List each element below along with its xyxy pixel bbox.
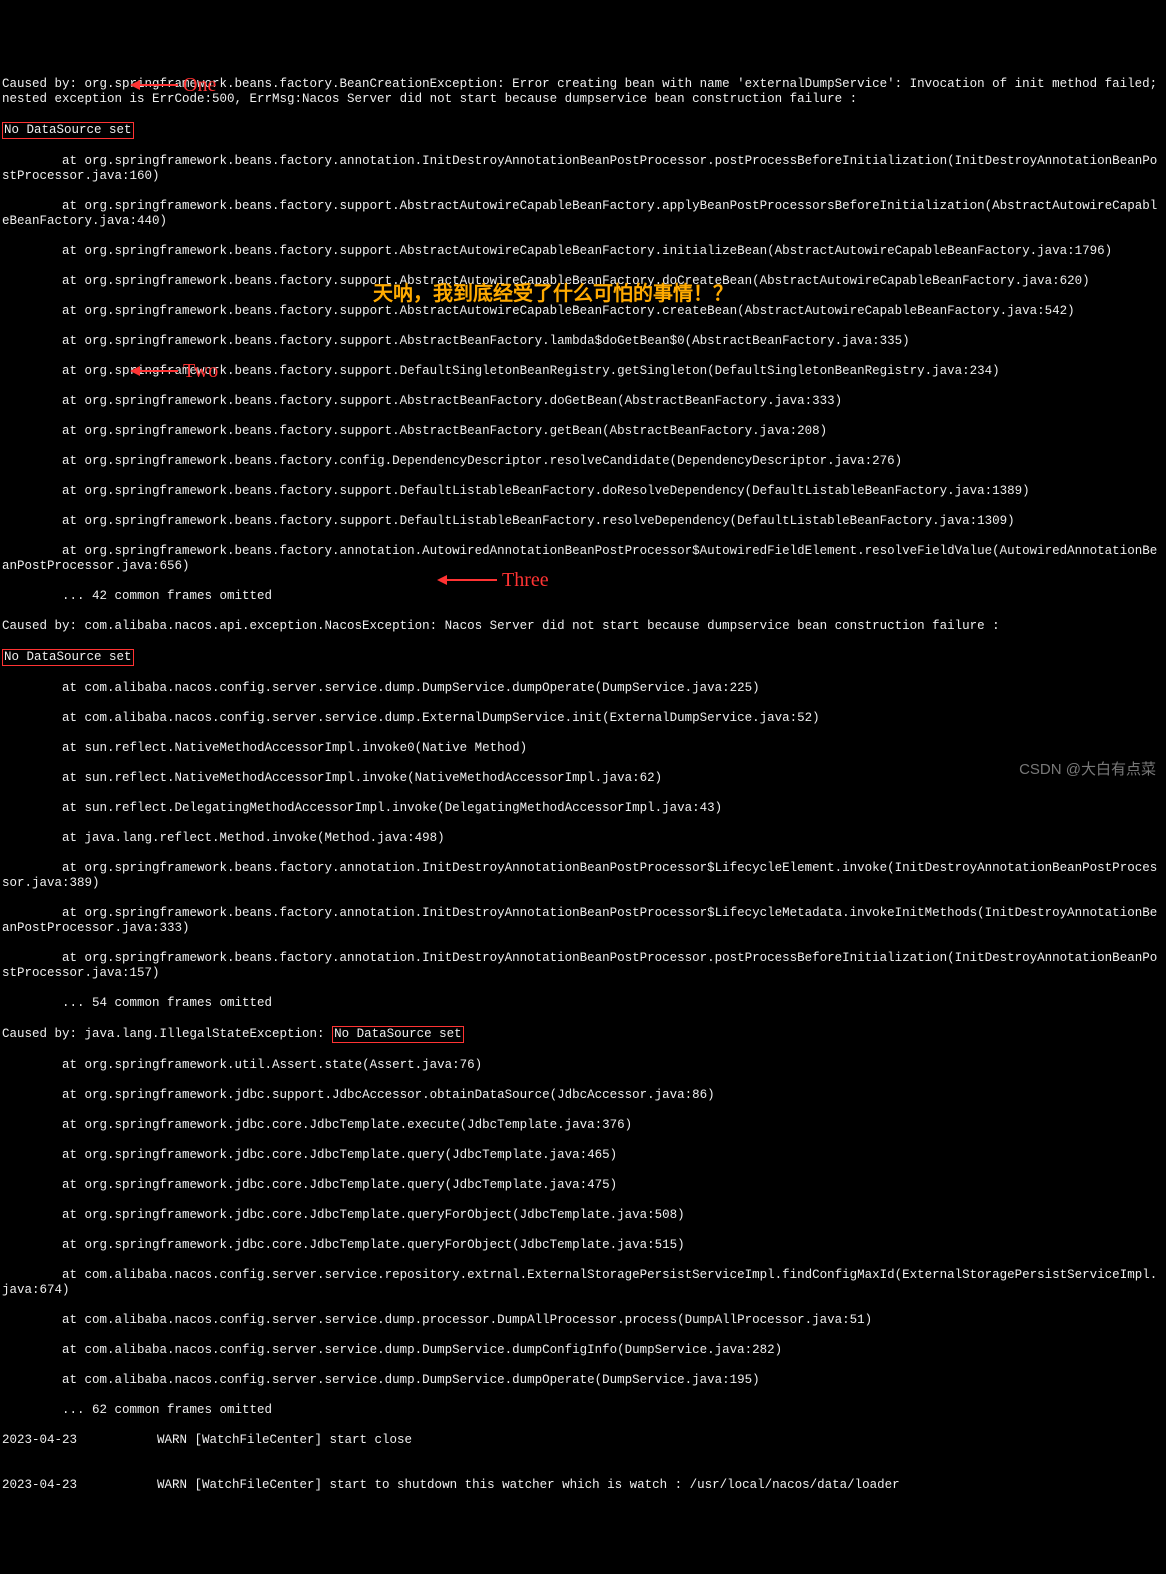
log-text: Caused by: java.lang.IllegalStateExcepti… (2, 1027, 332, 1041)
log-line: at org.springframework.beans.factory.sup… (2, 424, 1164, 439)
log-line: at com.alibaba.nacos.config.server.servi… (2, 1373, 1164, 1388)
log-line: at org.springframework.jdbc.core.JdbcTem… (2, 1208, 1164, 1223)
log-line: Caused by: com.alibaba.nacos.api.excepti… (2, 619, 1164, 634)
log-line: Caused by: java.lang.IllegalStateExcepti… (2, 1026, 1164, 1043)
arrow-left-icon (130, 316, 178, 426)
log-line: 2023-04-23 WARN [WatchFileCenter] start … (2, 1478, 1164, 1493)
log-line: at com.alibaba.nacos.config.server.servi… (2, 1343, 1164, 1358)
log-text: 2023-04-23 (2, 1478, 85, 1492)
log-line: at com.alibaba.nacos.config.server.servi… (2, 681, 1164, 696)
log-line: at sun.reflect.DelegatingMethodAccessorI… (2, 801, 1164, 816)
arrow-left-icon (437, 525, 497, 635)
log-line: at org.springframework.beans.factory.ann… (2, 906, 1164, 936)
log-line: at org.springframework.beans.factory.sup… (2, 244, 1164, 259)
log-line: at org.springframework.jdbc.support.Jdbc… (2, 1088, 1164, 1103)
log-line: ... 42 common frames omitted (2, 589, 1164, 604)
annotation-label: One (183, 73, 216, 97)
log-line: ... 62 common frames omitted (2, 1403, 1164, 1418)
log-text: WARN [WatchFileCenter] start to shutdown… (150, 1478, 900, 1492)
highlight-no-datasource-two: No DataSource set (2, 649, 134, 666)
log-line: at java.lang.reflect.Method.invoke(Metho… (2, 831, 1164, 846)
log-line: at sun.reflect.NativeMethodAccessorImpl.… (2, 741, 1164, 756)
annotation-label: Two (183, 359, 218, 383)
log-line: at org.springframework.beans.factory.ann… (2, 951, 1164, 981)
arrow-left-icon (130, 30, 178, 140)
log-line: 2023-04-23 WARN [WatchFileCenter] start … (2, 1433, 1164, 1448)
log-line: at org.springframework.beans.factory.ann… (2, 154, 1164, 184)
annotation-three: Three (437, 525, 549, 635)
annotation-one: One (130, 30, 216, 140)
log-line: at org.springframework.beans.factory.sup… (2, 484, 1164, 499)
log-line: at org.springframework.beans.factory.sup… (2, 514, 1164, 529)
terminal-output: Caused by: org.springframework.beans.fac… (2, 62, 1164, 1508)
log-line: at com.alibaba.nacos.config.server.servi… (2, 1268, 1164, 1298)
log-line: at com.alibaba.nacos.config.server.servi… (2, 711, 1164, 726)
log-line: at org.springframework.util.Assert.state… (2, 1058, 1164, 1073)
log-line: at org.springframework.beans.factory.sup… (2, 199, 1164, 229)
redacted-timestamp (85, 1478, 150, 1491)
log-line: at org.springframework.jdbc.core.JdbcTem… (2, 1238, 1164, 1253)
annotation-label: Three (502, 568, 549, 592)
log-text: 2023-04-23 (2, 1433, 85, 1447)
log-line: at org.springframework.beans.factory.ann… (2, 544, 1164, 574)
log-text: WARN [WatchFileCenter] start close (150, 1433, 413, 1447)
log-line: ... 54 common frames omitted (2, 996, 1164, 1011)
watermark: CSDN @大白有点菜 (1019, 761, 1156, 779)
log-line: at org.springframework.beans.factory.ann… (2, 861, 1164, 891)
log-line: at org.springframework.jdbc.core.JdbcTem… (2, 1118, 1164, 1133)
highlight-no-datasource-one: No DataSource set (2, 122, 134, 139)
log-line: at org.springframework.jdbc.core.JdbcTem… (2, 1178, 1164, 1193)
log-line: at org.springframework.jdbc.core.JdbcTem… (2, 1148, 1164, 1163)
annotation-two: Two (130, 316, 218, 426)
log-line: at org.springframework.beans.factory.con… (2, 454, 1164, 469)
log-line: No DataSource set (2, 649, 1164, 666)
log-line: at sun.reflect.NativeMethodAccessorImpl.… (2, 771, 1164, 786)
redacted-timestamp (85, 1433, 150, 1446)
log-line: at com.alibaba.nacos.config.server.servi… (2, 1313, 1164, 1328)
annotation-commentary: 天呐，我到底经受了什么可怕的事情！？ (373, 282, 733, 306)
highlight-no-datasource-three: No DataSource set (332, 1026, 464, 1043)
